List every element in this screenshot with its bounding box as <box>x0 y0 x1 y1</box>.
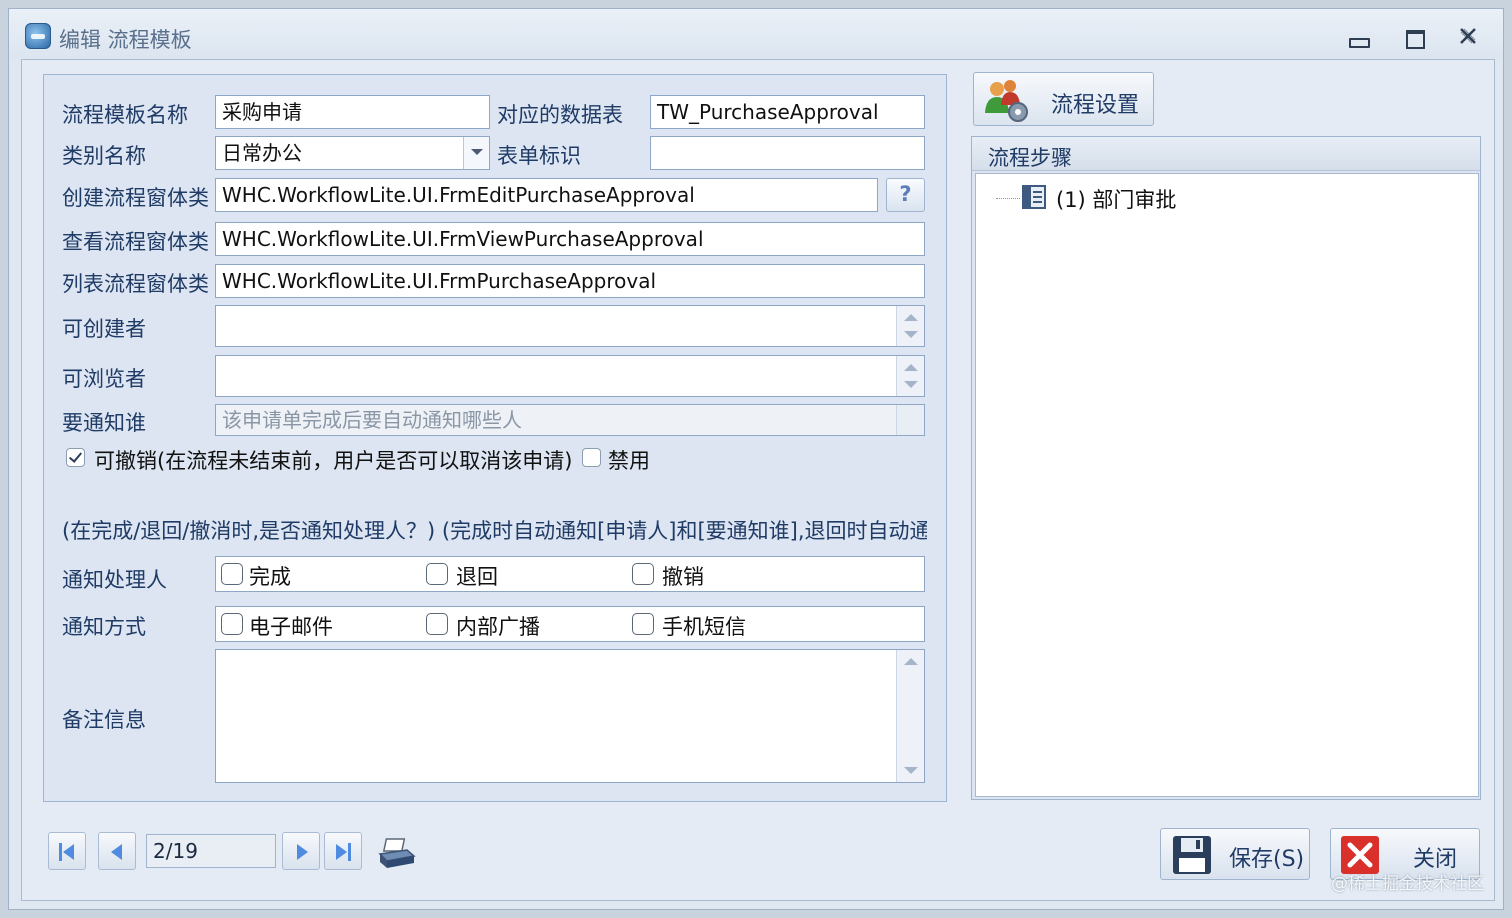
printer-icon[interactable] <box>377 836 417 872</box>
save-label: 保存(S) <box>1229 847 1305 872</box>
watermark: @稀土掘金技术社区 <box>1331 874 1484 894</box>
template-name-input[interactable]: 采购申请 <box>215 95 490 129</box>
cancel-label: 撤销 <box>662 565 704 589</box>
template-name-label: 流程模板名称 <box>62 103 188 127</box>
workflow-settings-button[interactable]: 流程设置 <box>973 72 1154 126</box>
users-gear-icon <box>985 80 1028 122</box>
category-label: 类别名称 <box>62 144 146 168</box>
next-page-button[interactable] <box>282 832 320 870</box>
window-title: 编辑 流程模板 <box>59 28 192 52</box>
previous-page-button[interactable] <box>98 832 136 870</box>
broadcast-checkbox[interactable] <box>426 613 448 635</box>
steps-tree[interactable]: (1) 部门审批 <box>975 173 1479 797</box>
chevron-down-icon[interactable] <box>463 137 489 169</box>
minimize-icon[interactable] <box>1345 25 1371 48</box>
list-form-label: 列表流程窗体类 <box>62 272 209 296</box>
workflow-settings-label: 流程设置 <box>1051 93 1140 118</box>
viewers-input[interactable] <box>215 355 925 397</box>
cancel-checkbox[interactable] <box>632 563 654 585</box>
return-label: 退回 <box>456 565 498 589</box>
step-item[interactable]: (1) 部门审批 <box>1056 184 1176 214</box>
steps-header: 流程步骤 <box>972 137 1480 171</box>
help-button[interactable]: ? <box>886 178 925 212</box>
create-form-input[interactable]: WHC.WorkflowLite.UI.FrmEditPurchaseAppro… <box>215 178 878 212</box>
notify-who-edit-area[interactable] <box>896 405 924 435</box>
save-icon <box>1173 836 1211 874</box>
create-form-label: 创建流程窗体类 <box>62 186 209 210</box>
viewers-label: 可浏览者 <box>62 367 146 391</box>
sms-label: 手机短信 <box>662 615 746 639</box>
step-document-icon <box>1022 185 1046 209</box>
notify-who-placeholder: 该申请单完成后要自动通知哪些人 <box>222 408 522 432</box>
page-indicator[interactable]: 2/19 <box>146 834 276 868</box>
viewers-scrollbar[interactable] <box>896 356 924 396</box>
list-form-input[interactable]: WHC.WorkflowLite.UI.FrmPurchaseApproval <box>215 264 925 298</box>
revocable-label: 可撤销(在流程未结束前，用户是否可以取消该申请) <box>94 449 573 473</box>
help-icon: ? <box>899 182 912 206</box>
edit-template-window: 编辑 流程模板 流程模板名称 采购申请 对应的数据表 TW_PurchaseAp… <box>8 8 1504 910</box>
first-page-button[interactable] <box>48 832 86 870</box>
view-form-input[interactable]: WHC.WorkflowLite.UI.FrmViewPurchaseAppro… <box>215 222 925 256</box>
return-checkbox[interactable] <box>426 563 448 585</box>
form-panel: 流程模板名称 采购申请 对应的数据表 TW_PurchaseApproval 类… <box>43 74 947 802</box>
disabled-label: 禁用 <box>608 449 650 473</box>
notify-method-group: 电子邮件 内部广播 手机短信 <box>215 606 925 642</box>
complete-label: 完成 <box>249 565 291 589</box>
email-checkbox[interactable] <box>221 613 243 635</box>
steps-panel: 流程步骤 (1) 部门审批 <box>971 136 1481 800</box>
form-flag-input[interactable] <box>650 136 925 170</box>
notify-handler-label: 通知处理人 <box>62 568 167 592</box>
tree-connector <box>996 198 1020 199</box>
title-bar[interactable]: 编辑 流程模板 <box>9 9 1503 59</box>
notify-method-label: 通知方式 <box>62 615 146 639</box>
notify-handler-group: 完成 退回 撤销 <box>215 556 925 592</box>
remarks-label: 备注信息 <box>62 708 146 732</box>
remarks-textarea[interactable] <box>215 649 925 783</box>
creators-scrollbar[interactable] <box>896 306 924 346</box>
creators-input[interactable] <box>215 305 925 347</box>
table-input[interactable]: TW_PurchaseApproval <box>650 95 925 129</box>
broadcast-label: 内部广播 <box>456 615 540 639</box>
complete-checkbox[interactable] <box>221 563 243 585</box>
form-flag-label: 表单标识 <box>497 144 581 168</box>
notify-who-label: 要通知谁 <box>62 411 146 435</box>
save-button[interactable]: 保存(S) <box>1160 828 1310 880</box>
email-label: 电子邮件 <box>249 615 333 639</box>
notice-text: (在完成/退回/撤消时,是否通知处理人？) (完成时自动通知[申请人]和[要通知… <box>62 519 927 543</box>
table-label: 对应的数据表 <box>497 103 623 127</box>
close-window-icon[interactable] <box>1455 25 1481 47</box>
category-select[interactable]: 日常办公 <box>215 136 490 170</box>
steps-title: 流程步骤 <box>988 146 1072 170</box>
client-area: 流程模板名称 采购申请 对应的数据表 TW_PurchaseApproval 类… <box>21 59 1495 901</box>
last-page-button[interactable] <box>324 832 362 870</box>
app-icon <box>25 23 51 49</box>
revocable-checkbox[interactable] <box>66 448 85 467</box>
sms-checkbox[interactable] <box>632 613 654 635</box>
view-form-label: 查看流程窗体类 <box>62 230 209 254</box>
category-value: 日常办公 <box>222 141 302 165</box>
disabled-checkbox[interactable] <box>582 448 601 467</box>
creators-label: 可创建者 <box>62 317 146 341</box>
maximize-icon[interactable] <box>1401 25 1427 49</box>
remarks-scrollbar[interactable] <box>896 650 924 782</box>
notify-who-input[interactable]: 该申请单完成后要自动通知哪些人 <box>215 404 925 436</box>
